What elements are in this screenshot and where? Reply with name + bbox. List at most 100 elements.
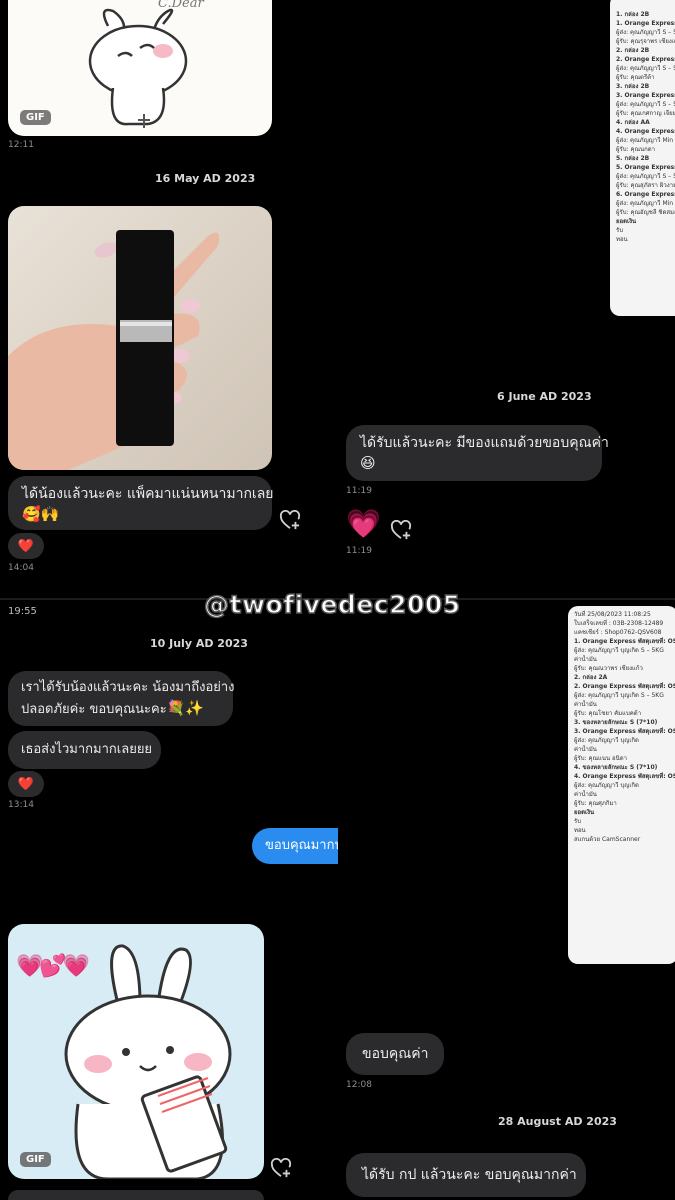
receipt-line: ผู้ส่ง: คุณภัญญาวี Min bbox=[616, 137, 674, 144]
receipt-line: ผู้รับ: คุณสุภัสรา ผิวงาม bbox=[616, 182, 675, 189]
receipt-line: รับ bbox=[616, 227, 624, 234]
receipt-lines: วันที่ 25/08/2023 11:08:25 ใบเสร็จเลขที่ … bbox=[568, 610, 675, 844]
receipt-line: 3. Orange Express พัสดุเลขที่: OS bbox=[574, 728, 675, 735]
receipt-line: 5. กล่อง 2B bbox=[616, 155, 650, 162]
receipt-line: แคชเชียร์ : Shop0762-QSV608 bbox=[574, 629, 662, 636]
reaction-badge[interactable]: ❤️ bbox=[8, 533, 44, 559]
sent-message-bubble: ขอบคุณมากน bbox=[252, 828, 338, 864]
received-message-bubble: เธอส่งไวมากมากเลยยย bbox=[8, 731, 161, 769]
receipt-line: 4. กล่อง AA bbox=[616, 119, 650, 126]
received-message-bubble: ได้น้องแล้วนะคะ แพ็คมาแน่นหนามากเลย 🥰🙌 bbox=[8, 476, 274, 530]
receipt-line: 4. Orange Express พัสดุเลขที่: OS bbox=[574, 773, 675, 780]
receipt-line: 2. กล่อง 2A bbox=[574, 674, 608, 681]
receipt-line: ผู้รับ: คุณศุภกิมา bbox=[574, 800, 617, 807]
receipt-line: ผู้ส่ง: คุณภัญญาวี S – 5K bbox=[616, 65, 675, 72]
bunny-notebook-art bbox=[64, 944, 232, 1179]
receipt-line: ผู้ส่ง: คุณภัญญาวี S – 5K bbox=[616, 29, 675, 36]
message-timestamp: 13:14 bbox=[8, 800, 34, 810]
receipt-line: ผู้รับ: คุณณวาพร เชียงแก้ว bbox=[574, 665, 643, 672]
watermark-handle: @twofivedec2005 bbox=[203, 589, 461, 620]
receipt-line: 1. Orange Express พัสดุเลขที่: OS bbox=[574, 638, 675, 645]
heart-emoji-message: 💗 bbox=[346, 507, 381, 540]
received-message-bubble: ขอบคุณค่า bbox=[346, 1033, 444, 1075]
receipt-line: ผู้ส่ง: คุณภัญญาวี บุญเกิด S – 5KG bbox=[574, 647, 664, 654]
hand-holding-lipstick bbox=[8, 230, 220, 470]
received-message-bubble: ได้รับแล้วนะคะ มีของแถมด้วยขอบคุณค่า 😆 bbox=[346, 425, 609, 481]
receipt-line: ยอดเงิน bbox=[574, 809, 595, 816]
received-message-bubble: เราได้รับน้องแล้วนะคะ น้องมาถึงอย่าง ปลอ… bbox=[8, 671, 235, 726]
receipt-photo-top[interactable]: 1. กล่อง 2B 1. Orange Express เลขพัสดุ: O… bbox=[610, 0, 675, 316]
message-text-line1: เราได้รับน้องแล้วนะคะ น้องมาถึงอย่าง bbox=[21, 680, 235, 695]
receipt-photo-bottom[interactable]: วันที่ 25/08/2023 11:08:25 ใบเสร็จเลขที่ … bbox=[568, 606, 675, 964]
receipt-line: ผู้ส่ง: คุณภัญญาวี บุญเกิด bbox=[574, 737, 639, 744]
date-separator: 16 May AD 2023 bbox=[155, 172, 256, 185]
receipt-line: ผู้รับ: คุณเกศกาญ เจียมธา bbox=[616, 110, 675, 117]
next-message-edge bbox=[8, 1190, 264, 1200]
message-emoji: 😆 bbox=[360, 454, 376, 472]
receipt-line: 6. Orange Express เลขพัสดุ: OS bbox=[616, 191, 675, 198]
gif-badge: GIF bbox=[20, 1152, 51, 1167]
sticker-timestamp: 12:11 bbox=[8, 140, 34, 150]
receipt-line: ค่าน้ำมัน bbox=[574, 791, 597, 798]
receipt-line: 2. Orange Express พัสดุเลขที่: OS bbox=[574, 683, 675, 690]
receipt-line: 4. Orange Express เลขพัสดุ: OS bbox=[616, 128, 675, 135]
message-text: ได้น้องแล้วนะคะ แพ็คมาแน่นหนามากเลย bbox=[22, 486, 274, 502]
receipt-line: ค่าน้ำมัน bbox=[574, 701, 597, 708]
date-separator: 6 June AD 2023 bbox=[497, 390, 592, 403]
receipt-line: วันที่ 25/08/2023 11:08:25 bbox=[574, 611, 651, 618]
lipstick-photo[interactable] bbox=[8, 206, 272, 470]
receipt-line: 3. กล่อง 2B bbox=[616, 83, 650, 90]
receipt-lines: 1. กล่อง 2B 1. Orange Express เลขพัสดุ: O… bbox=[610, 10, 675, 244]
message-emoji: 💐✨ bbox=[166, 699, 205, 717]
sticker-bunny-notebook-gif[interactable]: 💗💕💗 GIF bbox=[8, 924, 264, 1179]
receipt-line: ผู้ส่ง: คุณภัญญาวี บุญเกิด bbox=[574, 782, 639, 789]
sticker-bunny-gif[interactable]: C.Dear GIF bbox=[8, 0, 272, 136]
receipt-line: รับ bbox=[574, 818, 582, 825]
receipt-line: 5. Orange Express เลขพัสดุ: OS bbox=[616, 164, 675, 171]
message-text: ได้รับแล้วนะคะ มีของแถมด้วยขอบคุณค่า bbox=[360, 435, 609, 451]
heart-reaction-icon: ❤️ bbox=[17, 538, 35, 554]
receipt-line: 3. Orange Express เลขพัสดุ: OS bbox=[616, 92, 675, 99]
received-message-bubble: ได้รับ กป แล้วนะคะ ขอบคุณมากค่า bbox=[346, 1153, 586, 1197]
receipt-line: ผู้ส่ง: คุณภัญญาวี บุญเกิด S – 5KG bbox=[574, 692, 664, 699]
message-text: เธอส่งไวมากมากเลยยย bbox=[21, 742, 153, 757]
message-text-line2: ปลอดภัยค่ะ ขอบคุณนะคะ bbox=[21, 702, 167, 717]
receipt-line: ใบเสร็จเลขที่ : 03B-2308-12489 bbox=[574, 620, 664, 627]
receipt-line: ผู้รับ: คุณนกดา bbox=[616, 146, 656, 153]
receipt-line: ผู้รับ: คุณตรีต้า bbox=[616, 74, 655, 81]
message-emoji: 🥰🙌 bbox=[22, 505, 60, 523]
bunny-sticker-art bbox=[88, 8, 188, 128]
heart-add-icon[interactable] bbox=[390, 520, 412, 540]
receipt-line: 2. Orange Express เลขพัสดุ: OS bbox=[616, 56, 675, 63]
receipt-line: ผู้รับ: คุณรุจาพร เชียงแก้ว bbox=[616, 38, 675, 45]
receipt-line: 1. Orange Express เลขพัสดุ: OS bbox=[616, 20, 675, 27]
receipt-line: ผู้ส่ง: คุณภัญญาวี Min bbox=[616, 200, 674, 207]
message-timestamp: 12:08 bbox=[346, 1080, 372, 1090]
message-text: ได้รับ กป แล้วนะคะ ขอบคุณมากค่า bbox=[362, 1167, 577, 1183]
reaction-badge[interactable]: ❤️ bbox=[8, 771, 44, 797]
date-separator: 28 August AD 2023 bbox=[498, 1115, 617, 1128]
gif-badge: GIF bbox=[20, 110, 51, 125]
message-timestamp: 11:19 bbox=[346, 486, 372, 496]
receipt-line: 3. ของหลายลักษณะ S (7*10) bbox=[574, 719, 658, 726]
receipt-line: ผู้ส่ง: คุณภัญญาวี S – 5K bbox=[616, 173, 675, 180]
message-timestamp: 11:19 bbox=[346, 546, 372, 556]
receipt-line: ผู้รับ: คุณแนน อนิดา bbox=[574, 755, 628, 762]
message-timestamp: 14:04 bbox=[8, 563, 34, 573]
receipt-line: 2. กล่อง 2B bbox=[616, 47, 650, 54]
message-text: ขอบคุณมากน bbox=[265, 838, 338, 853]
receipt-line: ผู้ส่ง: คุณภัญญาวี S – 5K bbox=[616, 101, 675, 108]
heart-reaction-icon: ❤️ bbox=[17, 776, 35, 792]
receipt-line: สแกนด้วย CamScanner bbox=[574, 836, 641, 843]
status-time: 19:55 bbox=[8, 606, 37, 617]
message-text: ขอบคุณค่า bbox=[362, 1046, 429, 1062]
date-separator: 10 July AD 2023 bbox=[150, 637, 248, 650]
receipt-line: 4. ของหลายลักษณะ S (7*10) bbox=[574, 764, 658, 771]
receipt-line: ยอดเงิน bbox=[616, 218, 637, 225]
heart-add-icon[interactable] bbox=[270, 1158, 292, 1178]
heart-add-icon[interactable] bbox=[279, 510, 301, 530]
receipt-line: ทอน bbox=[616, 236, 628, 243]
receipt-line: ทอน bbox=[574, 827, 586, 834]
receipt-line: ผู้รับ: คุณโชยา คัมแบคด้า bbox=[574, 710, 642, 717]
receipt-line: 1. กล่อง 2B bbox=[616, 11, 650, 18]
